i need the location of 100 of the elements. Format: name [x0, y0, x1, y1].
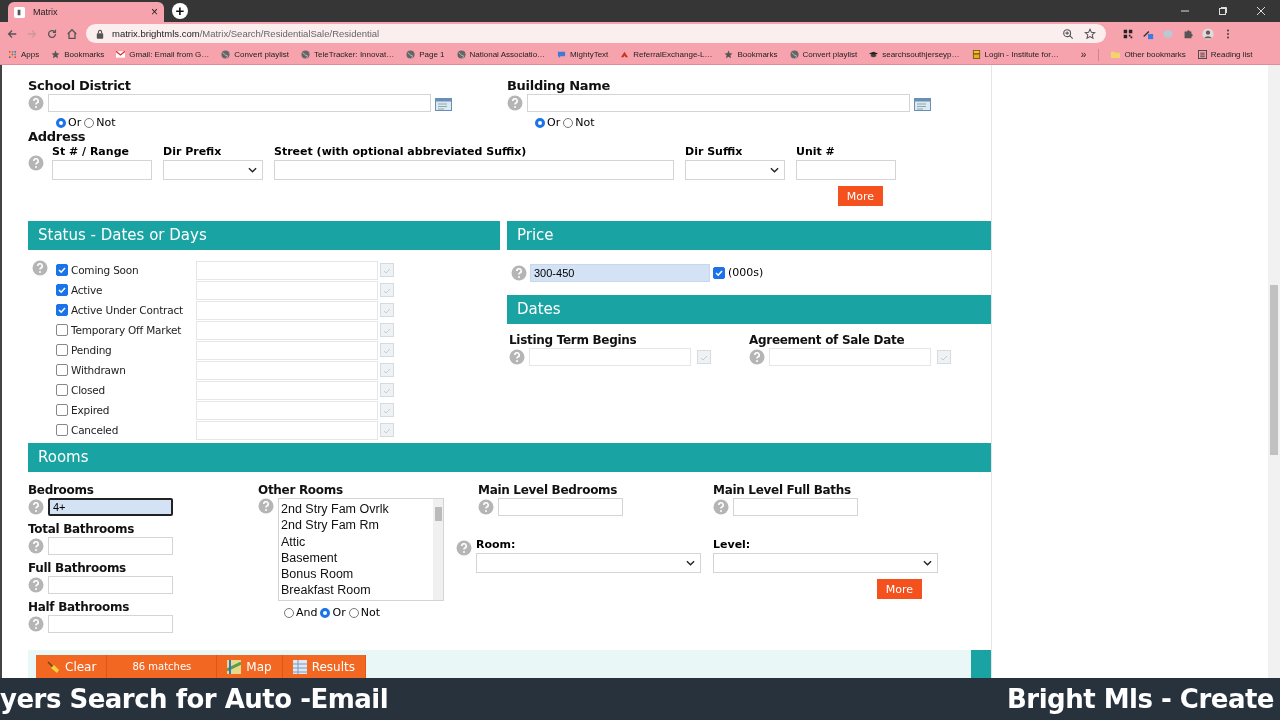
radio-button[interactable] [348, 607, 359, 618]
bookmark[interactable]: Login - Institute for… [971, 50, 1059, 59]
browser-tab[interactable]: Matrix × [8, 2, 164, 22]
checkbox[interactable] [56, 344, 68, 356]
scrollbar[interactable] [1268, 65, 1280, 678]
text-input[interactable] [796, 160, 896, 180]
bookmark[interactable]: Apps [8, 50, 40, 59]
bookmark[interactable]: Other bookmarks [1111, 50, 1186, 59]
text-input[interactable] [196, 340, 378, 360]
text-input[interactable] [196, 280, 378, 300]
new-tab-button[interactable]: + [172, 3, 188, 19]
checkbox[interactable] [56, 324, 68, 336]
text-input[interactable] [196, 320, 378, 340]
radio-button[interactable] [56, 117, 66, 128]
help-icon[interactable] [749, 349, 765, 365]
avatar-icon[interactable] [1202, 27, 1214, 40]
calendar-icon[interactable] [697, 350, 711, 364]
close-tab-button[interactable]: × [151, 5, 158, 19]
star-icon[interactable] [1084, 27, 1096, 40]
bookmark[interactable]: ReferralExchange-L… [620, 50, 713, 59]
text-input[interactable] [196, 360, 378, 380]
calendar-icon[interactable] [380, 303, 394, 317]
calendar-icon[interactable] [380, 343, 394, 357]
bookmark[interactable]: searchsouthjerseyp… [869, 50, 960, 59]
checkbox[interactable] [56, 384, 68, 396]
calendar-icon[interactable] [380, 323, 394, 337]
puzzle-icon[interactable] [1182, 27, 1194, 40]
text-input[interactable] [48, 94, 431, 112]
list-option[interactable]: Attic [281, 533, 433, 550]
calendar-icon[interactable] [937, 350, 951, 364]
checkbox[interactable] [56, 364, 68, 376]
bookmark[interactable]: Convert playlist [221, 50, 289, 59]
text-input[interactable] [733, 498, 858, 516]
bookmark[interactable]: Reading list [1197, 50, 1253, 59]
radio-button[interactable] [563, 117, 574, 128]
help-icon[interactable] [509, 349, 525, 365]
help-icon[interactable] [28, 155, 44, 171]
qr-code-icon[interactable] [1122, 27, 1134, 40]
back-icon[interactable] [6, 27, 18, 40]
dropdown[interactable] [476, 553, 701, 573]
close-icon[interactable] [1256, 6, 1266, 16]
bookmark[interactable]: Gmail: Email from G… [116, 50, 210, 59]
text-input[interactable] [196, 260, 378, 280]
home-icon[interactable] [66, 27, 78, 40]
text-input[interactable] [274, 160, 674, 180]
calendar-icon[interactable] [380, 263, 394, 277]
radio-button[interactable] [84, 117, 95, 128]
list-option[interactable]: 2nd Stry Fam Rm [281, 517, 433, 534]
list-box[interactable]: 2nd Stry Fam Ovrlk 2nd Stry Fam Rm Attic Basement Bonus Room Breakfast Room [278, 498, 444, 601]
calendar-icon[interactable] [380, 383, 394, 397]
bookmark[interactable]: Bookmarks [724, 50, 778, 59]
help-icon[interactable] [28, 95, 44, 111]
help-icon[interactable] [258, 498, 274, 514]
text-input[interactable] [52, 160, 152, 180]
radio-button[interactable] [284, 607, 294, 618]
text-input[interactable] [498, 498, 623, 516]
restore-icon[interactable] [1218, 6, 1228, 16]
bookmark[interactable]: TeleTracker: Innovat… [300, 50, 395, 59]
calendar-icon[interactable] [380, 283, 394, 297]
help-icon[interactable] [32, 260, 48, 276]
checkbox[interactable] [56, 264, 68, 276]
dropdown[interactable] [685, 160, 785, 180]
list-option[interactable]: Breakfast Room [281, 582, 433, 599]
lookup-list-icon[interactable] [914, 98, 932, 112]
text-input[interactable]: 4+ [48, 498, 173, 516]
text-input[interactable] [48, 576, 173, 594]
calendar-icon[interactable] [380, 363, 394, 377]
radio-button[interactable] [320, 607, 331, 618]
bookmark[interactable]: Bookmarks [51, 50, 105, 59]
more-bookmarks-button[interactable]: » [1080, 49, 1087, 60]
help-icon[interactable] [713, 499, 729, 515]
text-input[interactable] [196, 420, 378, 440]
checkbox[interactable] [56, 404, 68, 416]
text-input[interactable] [196, 380, 378, 400]
scrollbar[interactable] [433, 499, 443, 600]
radio-button[interactable] [535, 117, 545, 128]
dropdown[interactable] [163, 160, 263, 180]
checkbox[interactable] [56, 304, 68, 316]
help-icon[interactable] [478, 499, 494, 515]
help-icon[interactable] [507, 95, 523, 111]
zoom-icon[interactable] [1062, 27, 1074, 40]
bookmark[interactable]: Convert playlist [789, 50, 858, 59]
reload-icon[interactable] [46, 27, 58, 40]
help-icon[interactable] [28, 538, 44, 554]
list-option[interactable]: Basement [281, 549, 433, 567]
bookmark[interactable]: Page 1 [406, 50, 445, 59]
text-input[interactable] [48, 615, 173, 633]
help-icon[interactable] [511, 264, 527, 281]
text-input[interactable] [48, 537, 173, 555]
calendar-icon[interactable] [380, 403, 394, 417]
calendar-icon[interactable] [380, 423, 394, 437]
lookup-list-icon[interactable] [435, 98, 453, 112]
text-input[interactable] [529, 348, 691, 366]
bookmark[interactable]: MightyText [557, 50, 609, 59]
checkbox[interactable] [56, 424, 68, 436]
forward-icon[interactable] [26, 27, 38, 40]
text-input[interactable] [196, 300, 378, 320]
bookmark[interactable]: National Associatio… [456, 50, 546, 59]
help-icon[interactable] [456, 540, 472, 556]
text-input[interactable] [769, 348, 931, 366]
